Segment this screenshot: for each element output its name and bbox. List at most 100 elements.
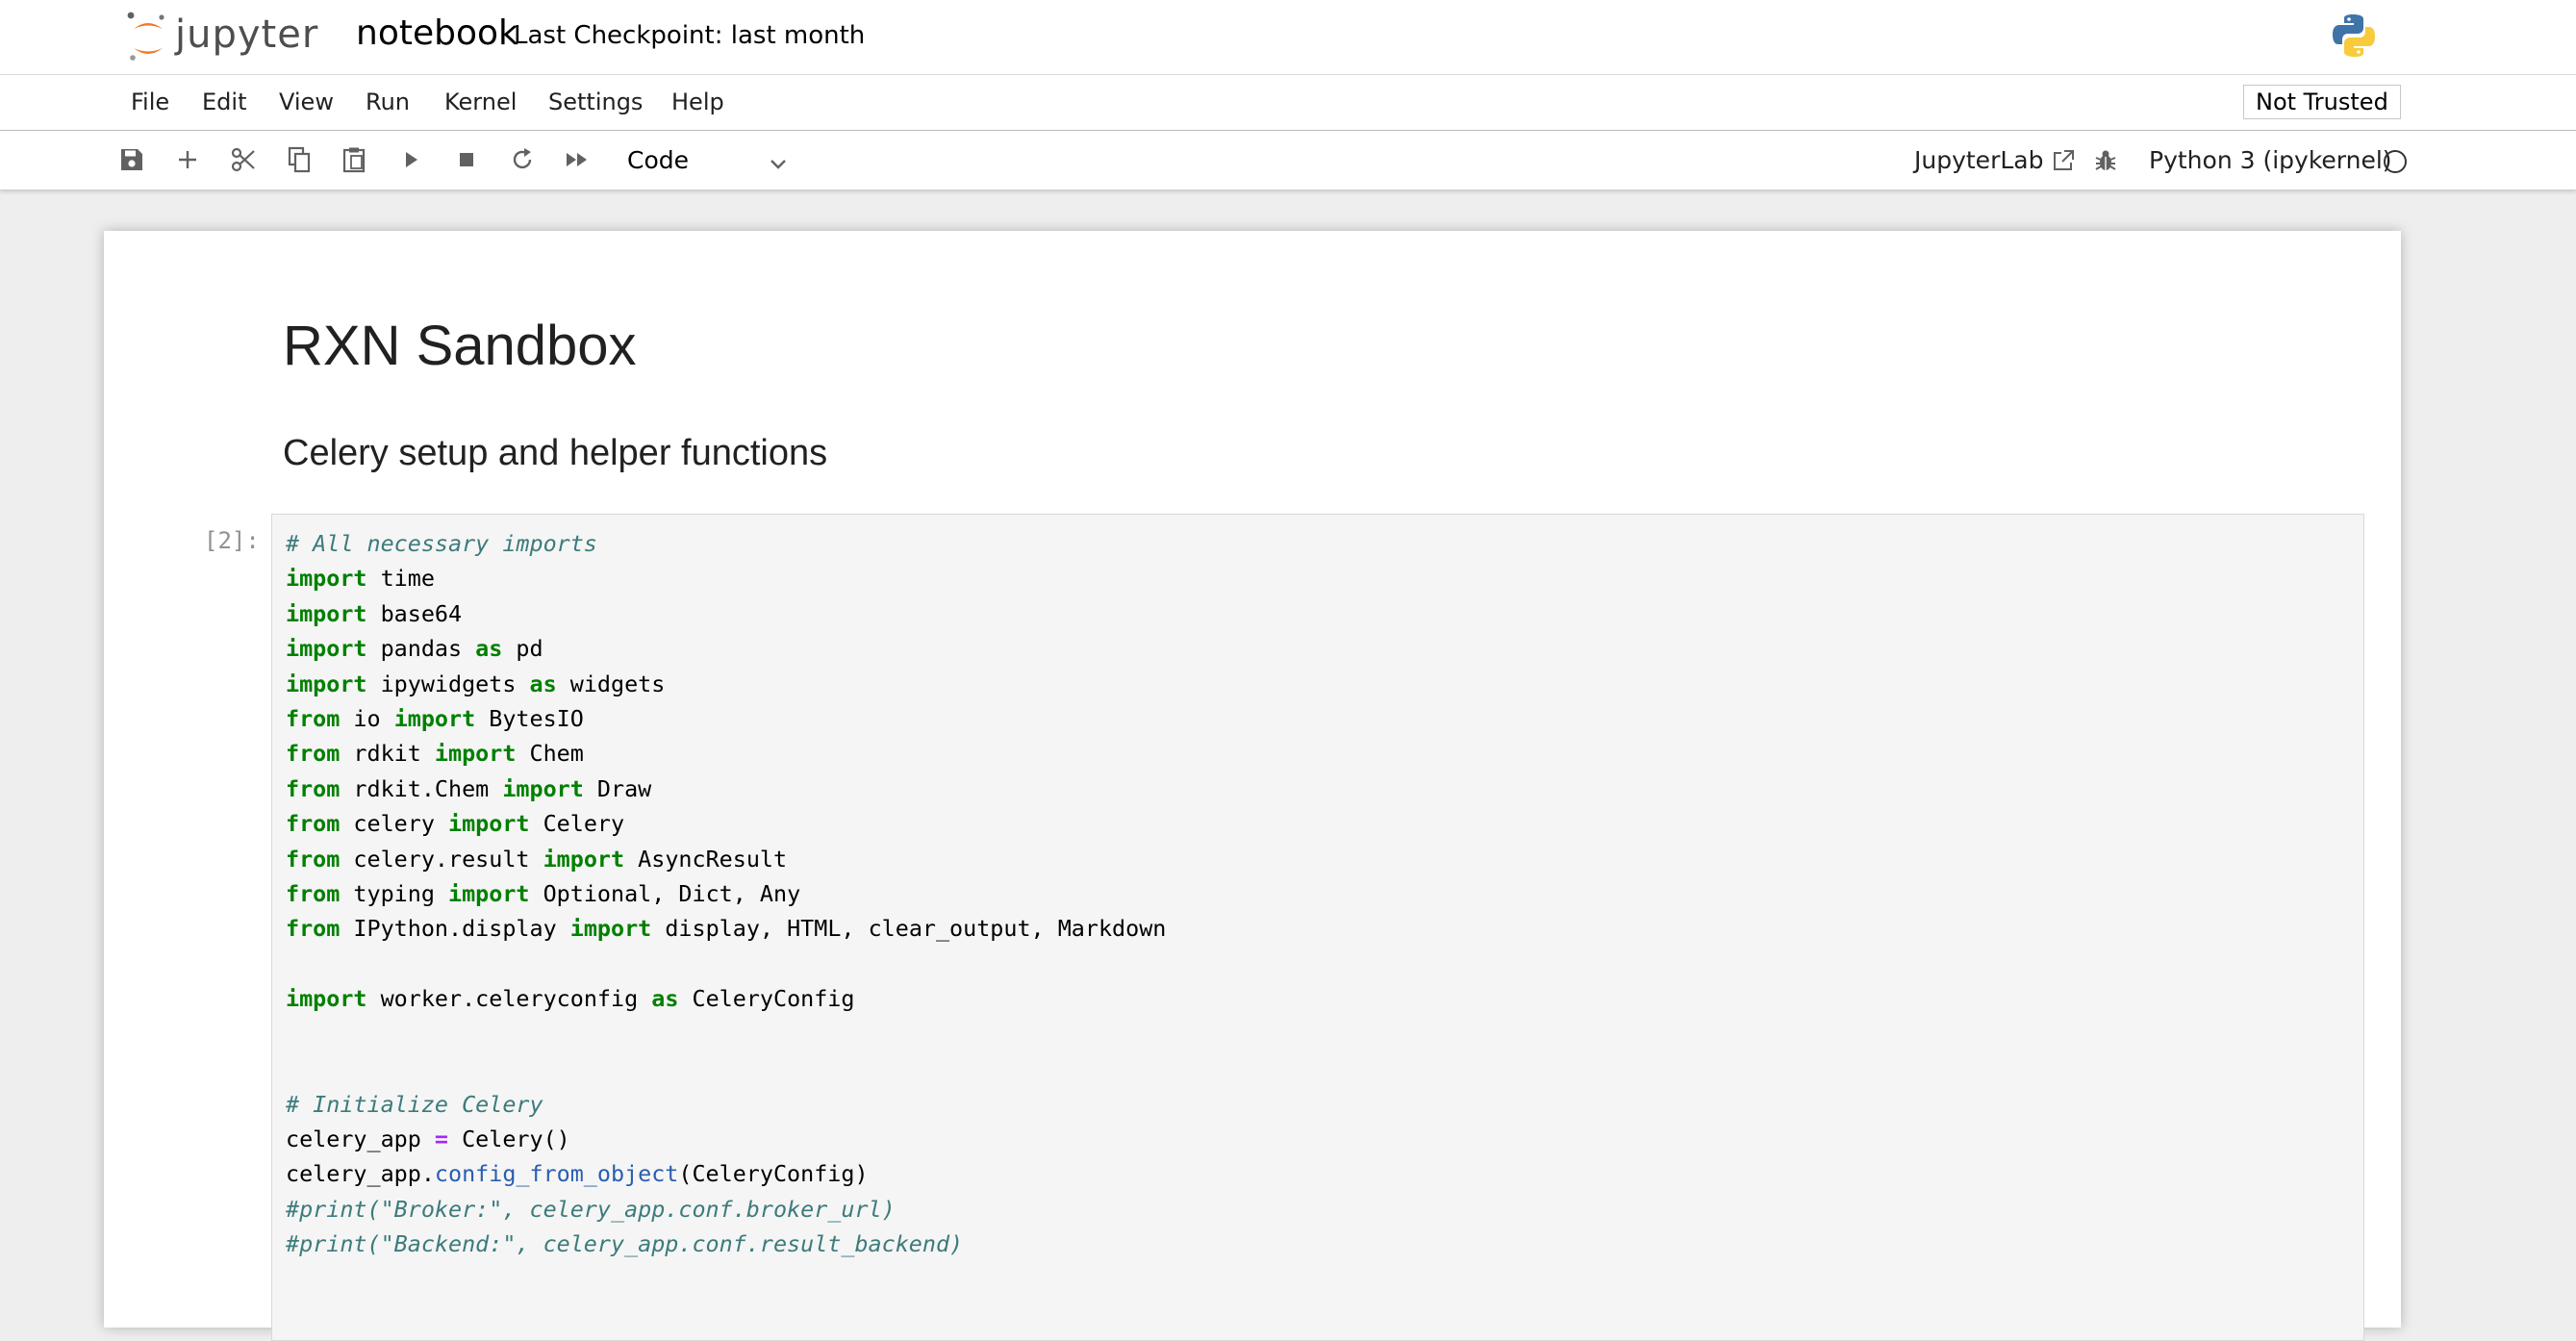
code-token: time (366, 565, 435, 593)
code-token: import (393, 705, 476, 733)
debugger-bug-icon[interactable] (2093, 148, 2118, 177)
header: jupyter notebook Last Checkpoint: last m… (0, 0, 2576, 75)
code-token: from (286, 915, 341, 943)
code-token: typing (340, 880, 449, 908)
code-token: rdkit (340, 740, 435, 768)
save-button[interactable] (115, 143, 148, 176)
code-token: pandas (366, 635, 476, 663)
cell-type-value: Code (627, 146, 690, 174)
code-token: config_from_object (434, 1160, 679, 1188)
code-token: Chem (516, 740, 584, 768)
plus-icon (179, 151, 196, 168)
section-heading: Celery setup and helper functions (283, 433, 828, 473)
restart-kernel-button[interactable] (506, 143, 539, 176)
code-token: celery_app (286, 1125, 435, 1152)
menubar: File Edit View Run Kernel Settings Help … (0, 75, 2576, 131)
code-token: from (286, 880, 341, 908)
code-token: CeleryConfig (678, 985, 855, 1013)
interrupt-kernel-button[interactable] (450, 143, 483, 176)
last-checkpoint: Last Checkpoint: last month (514, 21, 866, 50)
menu-kernel[interactable]: Kernel (444, 89, 517, 115)
copy-cell-button[interactable] (283, 143, 316, 176)
code-token: = (434, 1125, 448, 1152)
code-line: celery_app = Celery() (286, 1126, 570, 1152)
code-token: # Initialize Celery (286, 1090, 543, 1118)
menu-file[interactable]: File (131, 89, 169, 115)
trust-status-badge[interactable]: Not Trusted (2243, 85, 2401, 119)
notebook-title: RXN Sandbox (283, 315, 637, 377)
code-line: import ipywidgets as widgets (286, 670, 665, 697)
code-token: BytesIO (475, 705, 584, 733)
code-token: io (340, 705, 394, 733)
jupyter-logo[interactable]: jupyter (127, 6, 318, 67)
menu-run[interactable]: Run (366, 89, 410, 115)
external-link-icon (2051, 148, 2076, 173)
code-token: Optional, Dict, Any (529, 880, 801, 908)
code-token: Draw (583, 774, 652, 802)
code-line: from rdkit import Chem (286, 740, 584, 767)
play-icon (406, 152, 417, 167)
code-line: from IPython.display import display, HTM… (286, 915, 1166, 942)
code-token: display, HTML, clear_output, Markdown (651, 915, 1167, 943)
code-line: import time (286, 565, 435, 592)
code-line: #print("Broker:", celery_app.conf.broker… (286, 1196, 896, 1223)
code-token: import (286, 565, 367, 593)
code-line: celery_app.config_from_object(CeleryConf… (286, 1160, 869, 1187)
python-logo-icon (2330, 12, 2378, 63)
chevron-down-icon (768, 152, 789, 180)
code-token: import (569, 915, 652, 943)
code-token: (CeleryConfig) (678, 1160, 869, 1188)
cell-type-select[interactable]: Code (627, 142, 793, 179)
code-token: AsyncResult (624, 845, 788, 873)
notebook-panel: RXN Sandbox Celery setup and helper func… (104, 231, 2401, 1341)
run-cell-button[interactable] (394, 143, 427, 176)
code-token: as (651, 985, 679, 1013)
code-token: import (448, 810, 530, 838)
copy-icon (288, 146, 311, 173)
cut-cell-button[interactable] (227, 143, 260, 176)
code-token: IPython.display (340, 915, 570, 943)
insert-cell-button[interactable] (171, 143, 204, 176)
menu-settings[interactable]: Settings (548, 89, 643, 115)
menu-help[interactable]: Help (671, 89, 724, 115)
stop-icon (460, 153, 473, 166)
jupyter-logo-icon (127, 12, 164, 61)
code-token: import (286, 635, 367, 663)
code-token: as (529, 670, 557, 697)
menu-view[interactable]: View (279, 89, 334, 115)
open-jupyterlab-link[interactable]: JupyterLab (1914, 146, 2076, 174)
code-token: from (286, 774, 341, 802)
toolbar: Code JupyterLab Python 3 (ipykernel) (0, 131, 2576, 190)
clipboard-icon (342, 147, 366, 173)
code-token: celery.result (340, 845, 543, 873)
code-token: worker.celeryconfig (366, 985, 652, 1013)
code-token: Celery() (448, 1125, 570, 1152)
code-token: import (502, 774, 584, 802)
code-line: #print("Backend:", celery_app.conf.resul… (286, 1230, 963, 1257)
code-line: # All necessary imports (286, 530, 597, 557)
code-token: widgets (556, 670, 666, 697)
refresh-icon (513, 148, 532, 169)
code-line: import base64 (286, 600, 462, 627)
code-line: import worker.celeryconfig as CeleryConf… (286, 985, 854, 1012)
code-line: from rdkit.Chem import Draw (286, 775, 651, 802)
menu-edit[interactable]: Edit (202, 89, 246, 115)
code-token: #print("Broker:", celery_app.conf.broker… (286, 1195, 896, 1223)
code-token: from (286, 705, 341, 733)
code-line: import pandas as pd (286, 635, 543, 662)
save-icon (121, 149, 142, 170)
code-token: #print("Backend:", celery_app.conf.resul… (286, 1230, 964, 1258)
code-line: from typing import Optional, Dict, Any (286, 880, 800, 907)
kernel-name[interactable]: Python 3 (ipykernel) (2149, 146, 2392, 174)
notebook-name[interactable]: notebook (356, 13, 518, 53)
paste-cell-button[interactable] (338, 143, 370, 176)
code-token: import (543, 845, 625, 873)
code-content[interactable]: # All necessary imports import time impo… (286, 526, 1166, 1262)
code-token: as (475, 635, 503, 663)
code-cell-editor[interactable]: # All necessary imports import time impo… (271, 514, 2364, 1341)
code-line: from celery import Celery (286, 810, 624, 837)
code-token: from (286, 810, 341, 838)
code-token: celery_app. (286, 1160, 435, 1188)
code-token: ipywidgets (366, 670, 530, 697)
restart-run-all-button[interactable] (562, 143, 594, 176)
